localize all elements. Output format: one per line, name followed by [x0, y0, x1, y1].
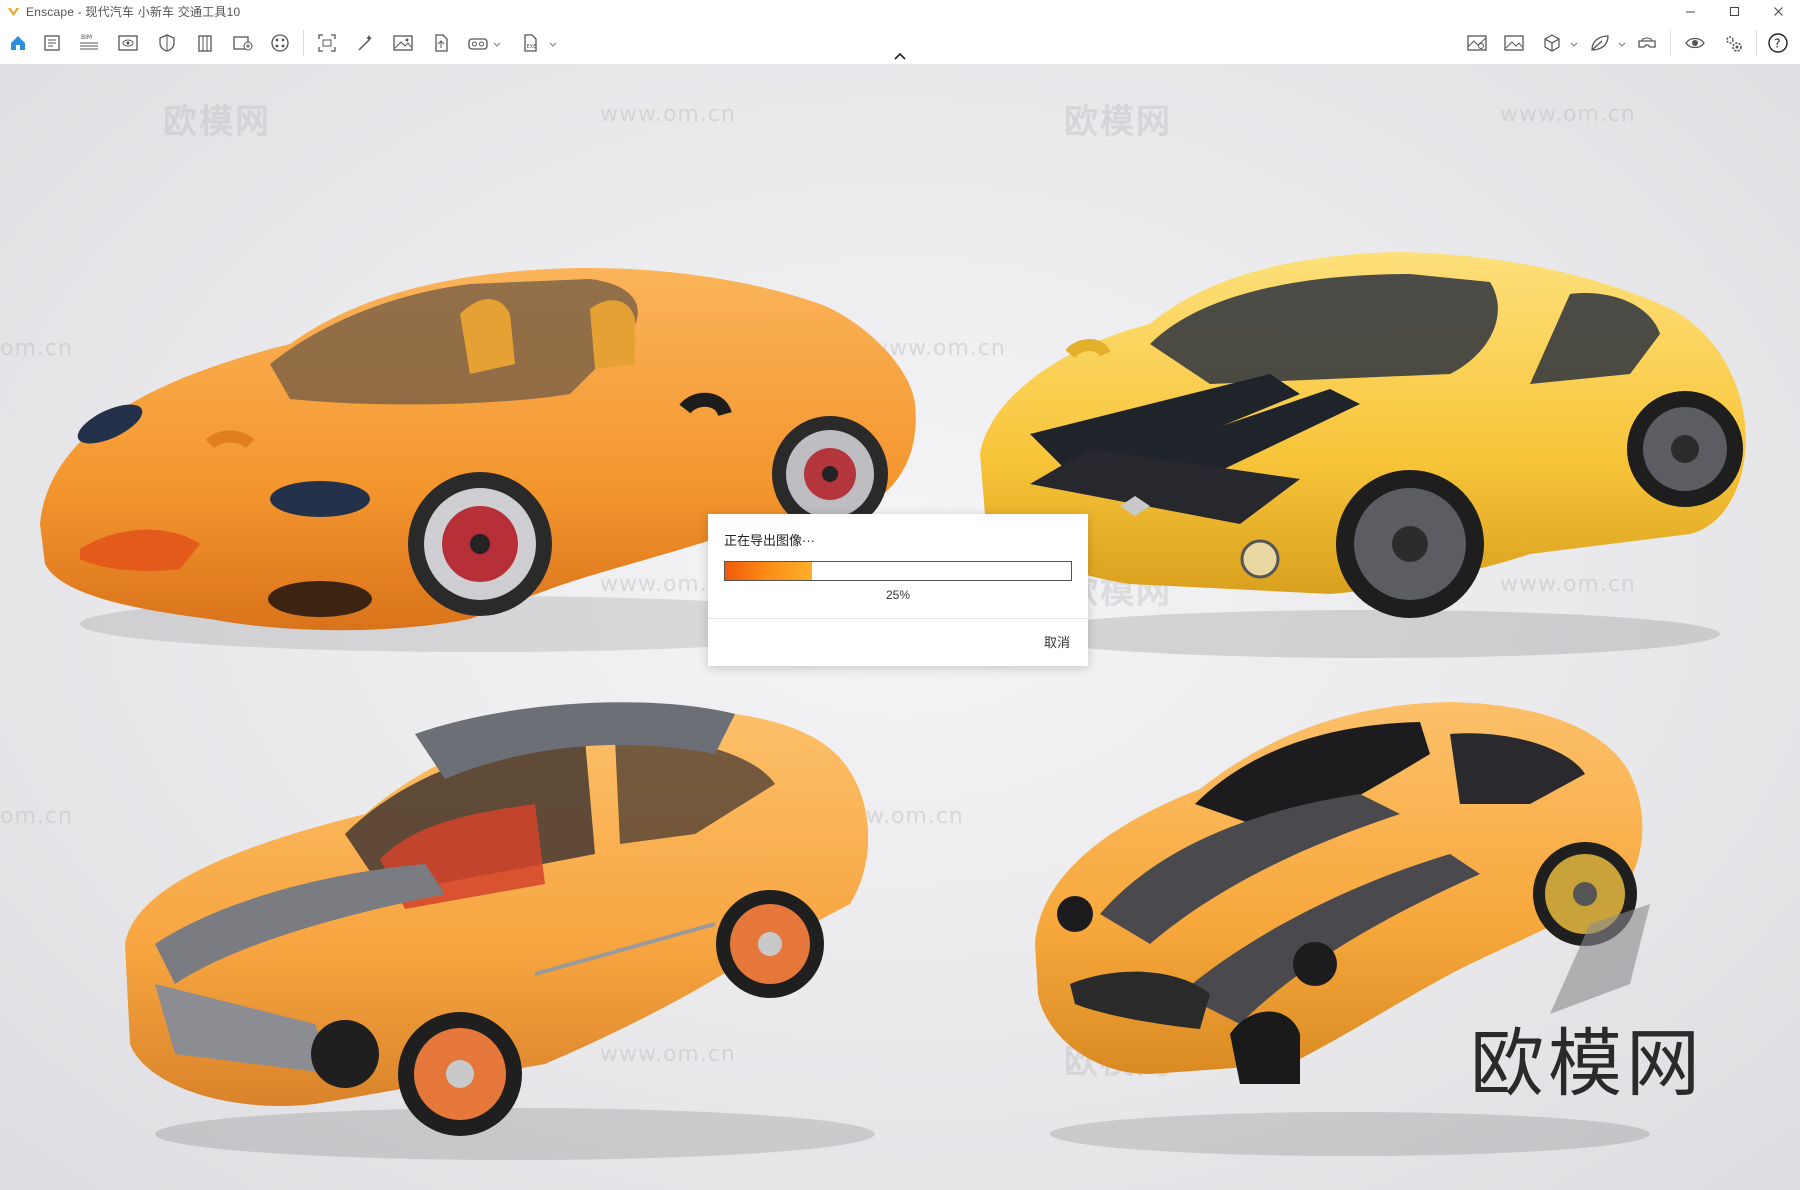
progress-fill — [725, 562, 812, 580]
vr-icon[interactable] — [1635, 31, 1659, 55]
minimize-button[interactable] — [1668, 0, 1712, 22]
export-progress-dialog: 正在导出图像··· 25% 取消 — [708, 514, 1088, 666]
watermark-url: www.om.cn — [600, 102, 736, 127]
yellow-muscle-car-image — [980, 252, 1746, 658]
help-icon[interactable]: ? — [1766, 31, 1790, 55]
watermark-logo: 欧模网 — [163, 102, 271, 142]
window-controls — [1668, 0, 1800, 22]
screenshot-icon[interactable] — [315, 31, 339, 55]
settings-icon[interactable] — [1721, 31, 1745, 55]
chevron-down-icon[interactable] — [1617, 37, 1627, 47]
bim-label: BIM — [81, 34, 92, 41]
watermark-url: www.om.cn — [1500, 102, 1636, 127]
map-icon[interactable] — [1465, 31, 1489, 55]
export-icon[interactable]: EXE — [518, 31, 542, 55]
cube-icon[interactable] — [1540, 31, 1564, 55]
home-icon[interactable] — [6, 31, 30, 55]
toolbar-separator — [303, 30, 304, 56]
add-view-icon[interactable] — [231, 31, 255, 55]
visibility-icon[interactable] — [1683, 31, 1707, 55]
watermark-logo: 欧模网 — [1064, 102, 1172, 142]
svg-text:EXE: EXE — [527, 44, 537, 50]
bim-icon[interactable]: BIM — [77, 31, 101, 55]
shield-icon[interactable] — [155, 31, 179, 55]
eye-view-icon[interactable] — [116, 31, 140, 55]
dialog-divider — [708, 618, 1088, 619]
maximize-button[interactable] — [1712, 0, 1756, 22]
chevron-down-icon[interactable] — [492, 37, 502, 47]
document-icon[interactable] — [40, 31, 64, 55]
orange-sedan-car-image — [125, 702, 875, 1160]
gallery-icon[interactable] — [1502, 31, 1526, 55]
enscape-logo-icon — [6, 4, 20, 18]
close-button[interactable] — [1756, 0, 1800, 22]
title-bar: Enscape - 现代汽车 小新车 交通工具10 — [0, 0, 1800, 22]
leaf-icon[interactable] — [1588, 31, 1612, 55]
window-title: Enscape - 现代汽车 小新车 交通工具10 — [26, 4, 241, 19]
chevron-down-icon[interactable] — [548, 37, 558, 47]
svg-text:?: ? — [1774, 37, 1780, 51]
watermark-logo-large: 欧模网 — [1470, 1021, 1704, 1107]
palette-icon[interactable] — [268, 31, 292, 55]
upload-icon[interactable] — [429, 31, 453, 55]
dialog-title: 正在导出图像··· — [724, 533, 815, 548]
toolbar-separator — [1670, 30, 1671, 56]
cancel-button[interactable]: 取消 — [1044, 632, 1070, 651]
edit-magic-icon[interactable] — [353, 31, 377, 55]
collapse-toolbar-chevron-icon[interactable] — [891, 50, 909, 62]
image-icon[interactable] — [391, 31, 415, 55]
vr-headset-icon[interactable] — [466, 31, 490, 55]
progress-percent: 25% — [885, 588, 911, 602]
export-progress-bar — [724, 561, 1072, 581]
toolbar-separator — [1756, 30, 1757, 56]
watermark-url-partial: om.cn — [0, 804, 73, 829]
chevron-down-icon[interactable] — [1569, 37, 1579, 47]
building-icon[interactable] — [193, 31, 217, 55]
